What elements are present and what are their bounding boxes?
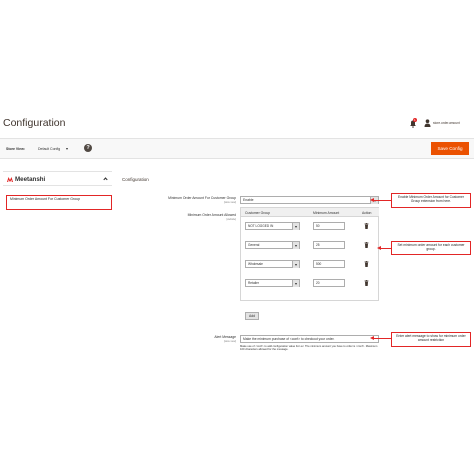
sidebar-item-minimum-order-amount[interactable]: Minimum Order Amount For Customer Group (6, 195, 112, 210)
callout-arrowhead (370, 336, 374, 340)
chevron-down-icon[interactable] (292, 242, 299, 249)
customer-group-value: NOT LOGGED IN (248, 224, 274, 228)
alert-field-scope: [store view] (223, 340, 236, 343)
trash-icon[interactable] (364, 242, 369, 248)
customer-group-select[interactable]: Retailer (245, 279, 300, 287)
admin-page: Configuration 1 store.order.amount Store… (0, 112, 474, 374)
section-title: Configuration (122, 177, 149, 182)
help-icon[interactable]: ? (84, 144, 92, 152)
enable-select-value: Enable (243, 198, 254, 202)
column-header-action: Action (362, 211, 372, 215)
chevron-down-icon[interactable] (292, 223, 299, 230)
callout-arrow (373, 200, 392, 201)
column-header-customer-group: Customer Group (245, 211, 271, 215)
customer-group-value: General (248, 243, 260, 247)
callout-alert: Enter alert message to show for minimum … (391, 332, 471, 347)
alert-message-note: Make use of <conf> to add configuration … (240, 345, 378, 352)
grid-header: Customer Group Minimum Amount Action (241, 208, 379, 217)
minimum-amount-input[interactable]: 25 (313, 241, 345, 249)
customer-group-select[interactable]: Wholesale (245, 260, 300, 268)
enable-field-label: Minimum Order Amount For Customer Group (168, 196, 236, 200)
user-account-name[interactable]: store.order.amount (433, 121, 460, 125)
meetanshi-logo-icon (7, 177, 13, 182)
enable-field-scope: [store view] (223, 201, 236, 204)
allowed-field-label: Minimum Order Amount Allowed (187, 213, 236, 217)
callout-enable: Enable Minimum Order Amount for Customer… (391, 193, 471, 208)
chevron-down-icon[interactable] (66, 148, 68, 150)
chevron-down-icon[interactable] (292, 280, 299, 287)
save-config-button[interactable]: Save Config (431, 142, 469, 155)
trash-icon[interactable] (364, 280, 369, 286)
callout-allowed: Set minimum order amount for each custom… (391, 241, 471, 255)
store-view-label: Store View: (6, 147, 25, 151)
trash-icon[interactable] (364, 261, 369, 267)
customer-group-select[interactable]: NOT LOGGED IN (245, 222, 300, 230)
brand-name: Meetanshi (15, 176, 46, 183)
minimum-amount-input[interactable]: 500 (313, 260, 345, 268)
notification-count-badge: 1 (413, 118, 417, 122)
alert-message-input[interactable]: Make the minimum purchase of <conf> to c… (240, 335, 379, 343)
store-view-bar: Store View: Default Config ? (0, 139, 474, 159)
minimum-amount-input[interactable]: 20 (313, 279, 345, 287)
callout-arrow (373, 338, 392, 339)
allowed-field-scope: [website] (226, 218, 236, 221)
add-row-button[interactable]: Add (245, 312, 259, 320)
store-view-switcher[interactable]: Default Config (38, 147, 60, 151)
trash-icon[interactable] (364, 223, 369, 229)
page-title: Configuration (3, 117, 66, 129)
enable-select[interactable]: Enable (240, 196, 379, 204)
alert-field-label: Alert Message (214, 335, 236, 339)
chevron-down-icon[interactable] (292, 261, 299, 268)
callout-arrowhead (370, 198, 374, 202)
customer-group-value: Wholesale (248, 262, 263, 266)
customer-group-value: Retailer (248, 281, 259, 285)
customer-group-grid: Customer Group Minimum Amount Action NOT… (240, 207, 379, 301)
column-header-minimum-amount: Minimum Amount (313, 211, 340, 215)
minimum-amount-input[interactable]: 50 (313, 222, 345, 230)
callout-arrowhead (377, 246, 381, 250)
user-icon[interactable] (424, 119, 431, 127)
customer-group-select[interactable]: General (245, 241, 300, 249)
